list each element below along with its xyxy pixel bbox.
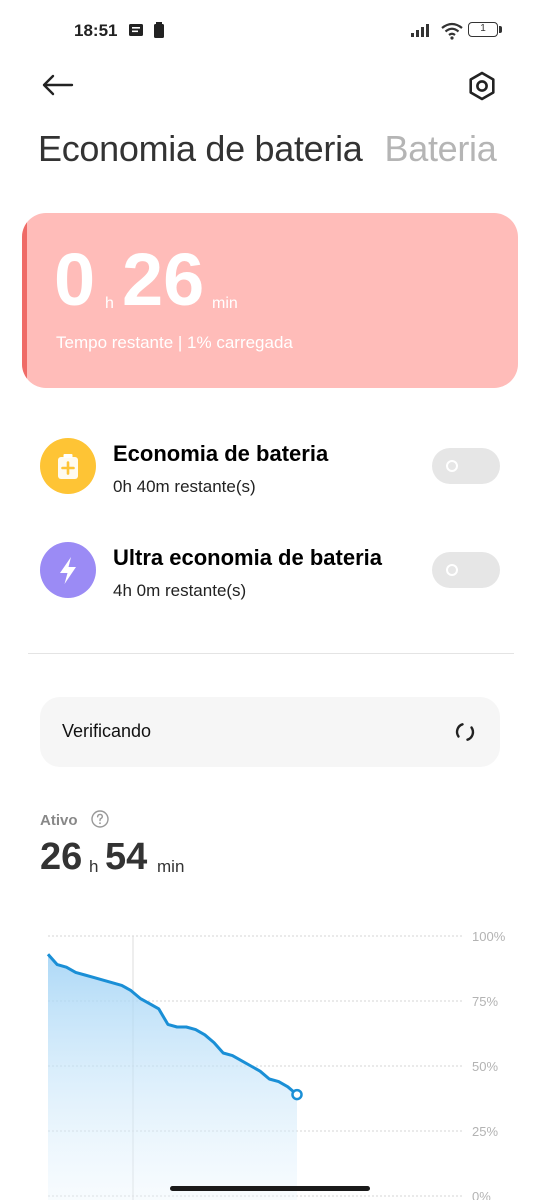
back-button[interactable]: [38, 66, 78, 106]
ultra-battery-saver-remaining: 4h 0m restante(s): [113, 581, 247, 600]
battery-notification-icon: [154, 22, 164, 38]
checking-label: Verificando: [62, 721, 152, 741]
battery-tip: [499, 26, 502, 33]
y-tick-label: 25%: [472, 1124, 498, 1139]
message-notification-icon: [129, 24, 143, 36]
refresh-icon: [455, 723, 475, 741]
remaining-time-card: 0 h 26 min Tempo restante | 1% carregada: [22, 213, 518, 388]
active-label: Ativo: [40, 812, 78, 829]
battery-level-chart: 100% 75% 50% 25% 0%: [46, 929, 506, 1200]
battery-level: 1: [480, 23, 486, 34]
active-minutes: 54: [105, 836, 148, 878]
ultra-battery-saver-toggle[interactable]: [432, 552, 500, 588]
card-accent-bar: [22, 213, 27, 388]
lightning-icon: [60, 557, 76, 584]
settings-button[interactable]: [462, 66, 502, 106]
y-tick-label: 50%: [472, 1059, 498, 1074]
tab-bar: Economia de bateria Bateria: [38, 128, 497, 176]
toggle-knob: [446, 460, 458, 472]
checking-button[interactable]: Verificando: [40, 697, 500, 767]
battery-saver-title: Economia de bateria: [113, 441, 329, 466]
remaining-hours-unit: h: [105, 295, 114, 312]
remaining-minutes-unit: min: [212, 295, 238, 312]
battery-level-area: [48, 954, 297, 1200]
help-icon[interactable]: [90, 809, 110, 829]
battery-saver-icon-circle: [40, 438, 96, 494]
current-level-point: [291, 1088, 303, 1101]
home-indicator: [170, 1186, 370, 1191]
battery-plus-icon: [58, 454, 78, 479]
status-bar: 18:51 1: [0, 0, 540, 60]
toggle-knob: [446, 564, 458, 576]
gear-icon: [469, 71, 495, 101]
remaining-minutes: 26: [122, 238, 205, 321]
remaining-hours: 0: [54, 238, 96, 321]
tab-battery[interactable]: Bateria: [385, 128, 497, 170]
status-time: 18:51: [74, 21, 118, 40]
arrow-left-icon: [42, 74, 74, 96]
battery-saver-toggle[interactable]: [432, 448, 500, 484]
battery-saver-remaining: 0h 40m restante(s): [113, 477, 256, 496]
y-tick-label: 0%: [472, 1189, 491, 1200]
wifi-icon: [441, 22, 463, 40]
section-divider: [28, 653, 514, 654]
y-tick-label: 100%: [472, 929, 506, 944]
active-hours-unit: h: [89, 857, 99, 876]
active-minutes-unit: min: [157, 857, 185, 876]
battery-status-icon: 1: [468, 22, 498, 37]
y-tick-label: 75%: [472, 994, 498, 1009]
ultra-battery-saver-title: Ultra economia de bateria: [113, 545, 382, 570]
remaining-time-subtitle: Tempo restante | 1% carregada: [56, 333, 293, 352]
tab-battery-saver[interactable]: Economia de bateria: [38, 128, 363, 170]
ultra-battery-saver-icon-circle: [40, 542, 96, 598]
active-hours: 26: [40, 836, 83, 878]
signal-icon: [411, 24, 429, 37]
